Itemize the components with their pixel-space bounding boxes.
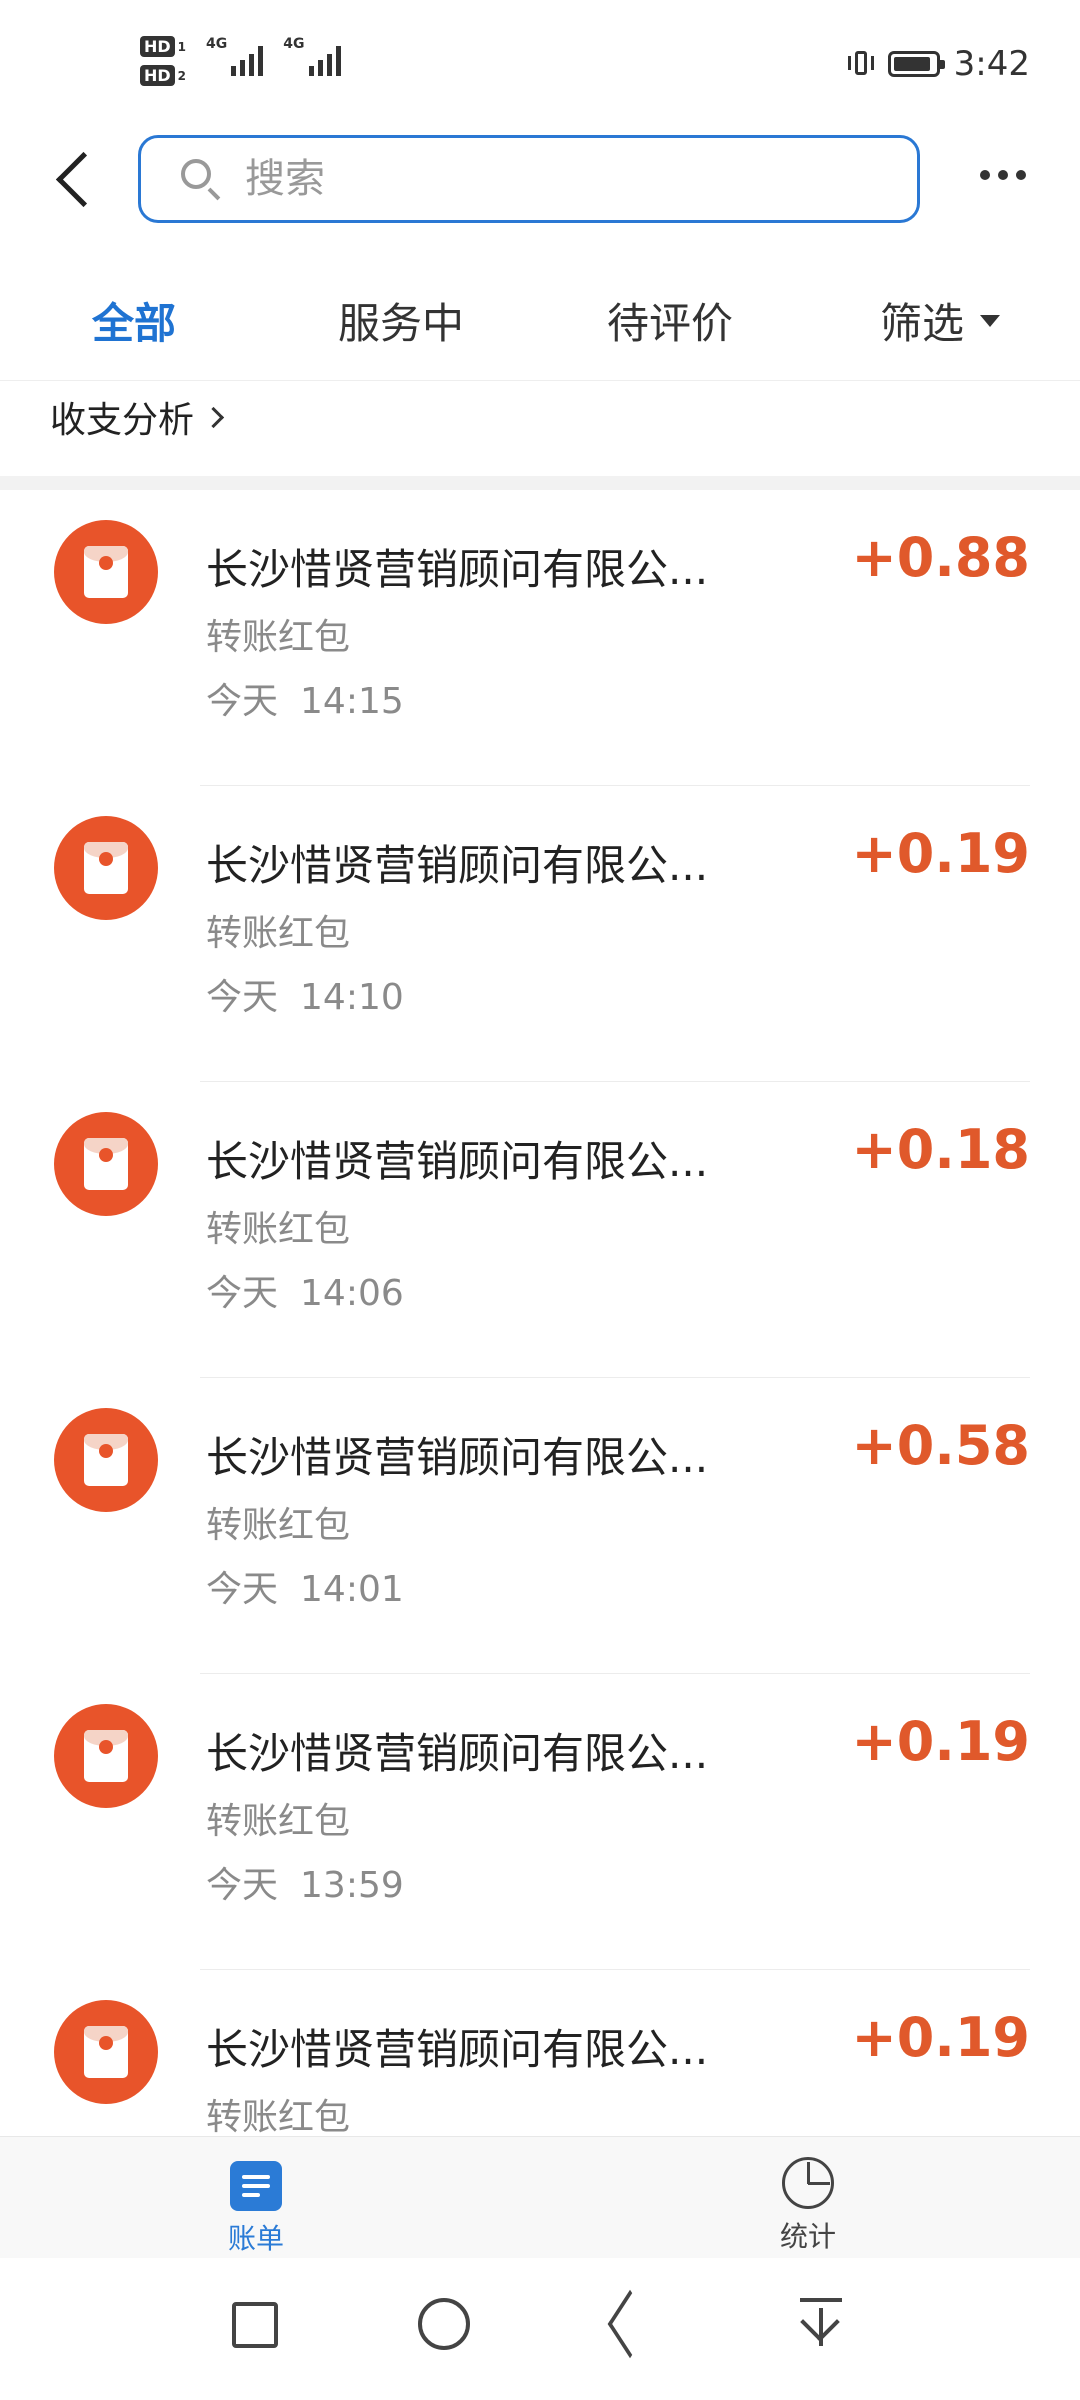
dot-icon [1016,170,1026,180]
merchant-name: 长沙惜贤营销顾问有限公... [206,1729,709,1778]
transaction-time: 今天 14:06 [206,1273,404,1314]
transaction-type: 转账红包 [206,913,351,954]
tab-filter[interactable]: 筛选 [880,290,1001,351]
transaction-amount: +0.88 [851,526,1030,589]
cellular-signal-icon-2: 4G [283,36,341,76]
home-button[interactable] [418,2298,470,2350]
transaction-list: 长沙惜贤营销顾问有限公... 转账红包 今天 14:15 +0.88 长沙惜贤营销… [0,490,1080,2266]
cellular-signal-icon-1: 4G [206,36,264,76]
notification-pull-down-button[interactable] [798,2298,844,2354]
tab-in-service[interactable]: 服务中 [338,290,464,351]
red-packet-icon [54,816,158,920]
transaction-amount: +0.19 [851,2006,1030,2069]
transaction-amount: +0.19 [851,1710,1030,1773]
dot-icon [980,170,990,180]
search-box[interactable] [138,135,920,223]
tab-filter-label: 筛选 [880,299,965,348]
transaction-type: 转账红包 [206,1209,351,1250]
hd-indicator-1: HD 1 [140,36,186,57]
list-item[interactable]: 长沙惜贤营销顾问有限公... 转账红包 今天 14:10 +0.19 [0,786,1080,1082]
search-icon [179,157,223,201]
more-options-button[interactable] [980,170,1026,180]
filter-tabs: 全部 服务中 待评价 筛选 [0,270,1080,370]
list-item[interactable]: 长沙惜贤营销顾问有限公... 转账红包 今天 14:01 +0.58 [0,1378,1080,1674]
pie-chart-icon [782,2157,834,2209]
list-item[interactable]: 长沙惜贤营销顾问有限公... 转账红包 今天 13:59 +0.19 [0,1674,1080,1970]
nav-bill[interactable]: 账单 [228,2161,284,2257]
status-right: 3:42 [847,44,1030,84]
transaction-type: 转账红包 [206,1505,351,1546]
caret-down-icon [980,314,1001,327]
merchant-name: 长沙惜贤营销顾问有限公... [206,545,709,594]
transaction-amount: +0.19 [851,822,1030,885]
nav-stats[interactable]: 统计 [780,2157,836,2255]
signal-group: HD 1 HD 2 4G 4G [140,36,341,86]
transaction-time: 今天 14:01 [206,1569,404,1610]
nav-bill-label: 账单 [228,2222,285,2255]
list-item[interactable]: 长沙惜贤营销顾问有限公... 转账红包 今天 14:06 +0.18 [0,1082,1080,1378]
system-back-button[interactable] [606,2300,656,2350]
hd-indicator-2: HD 2 [140,65,186,86]
transaction-amount: +0.58 [851,1414,1030,1477]
search-input[interactable] [243,155,887,203]
transaction-type: 转账红包 [206,1801,351,1842]
chevron-right-icon [202,406,225,428]
merchant-name: 长沙惜贤营销顾问有限公... [206,2025,709,2074]
merchant-name: 长沙惜贤营销顾问有限公... [206,1433,709,1482]
section-divider [0,476,1080,490]
hd-indicators: HD 1 HD 2 [140,36,186,86]
red-packet-icon [54,1408,158,1512]
nav-stats-label: 统计 [780,2220,837,2253]
red-packet-icon [54,1112,158,1216]
tab-pending-review[interactable]: 待评价 [607,290,733,351]
system-nav-bar [0,2258,1080,2400]
merchant-name: 长沙惜贤营销顾问有限公... [206,841,709,890]
header [0,130,1080,230]
transaction-time: 今天 13:59 [206,1865,404,1906]
transaction-type: 转账红包 [206,617,351,658]
analysis-label: 收支分析 [50,400,195,441]
battery-icon [887,51,945,77]
transaction-type: 转账红包 [206,2097,351,2138]
status-bar: HD 1 HD 2 4G 4G 3:42 [0,0,1080,130]
transaction-time: 今天 14:15 [206,681,404,722]
red-packet-icon [54,520,158,624]
analysis-row: 收支分析 [0,380,1080,481]
red-packet-icon [54,2000,158,2104]
red-packet-icon [54,1704,158,1808]
transaction-amount: +0.18 [851,1118,1030,1181]
back-button[interactable] [46,150,106,210]
dot-icon [998,170,1008,180]
vibrate-icon [847,49,874,79]
bottom-tab-bar: 账单 统计 [0,2136,1080,2259]
transaction-time: 今天 14:10 [206,977,404,1018]
bill-icon [230,2161,282,2211]
recent-apps-button[interactable] [232,2302,278,2348]
clock: 3:42 [953,44,1030,84]
tab-all[interactable]: 全部 [92,290,176,351]
merchant-name: 长沙惜贤营销顾问有限公... [206,1137,709,1186]
analysis-link[interactable]: 收支分析 [50,391,225,443]
list-item[interactable]: 长沙惜贤营销顾问有限公... 转账红包 今天 14:15 +0.88 [0,490,1080,786]
